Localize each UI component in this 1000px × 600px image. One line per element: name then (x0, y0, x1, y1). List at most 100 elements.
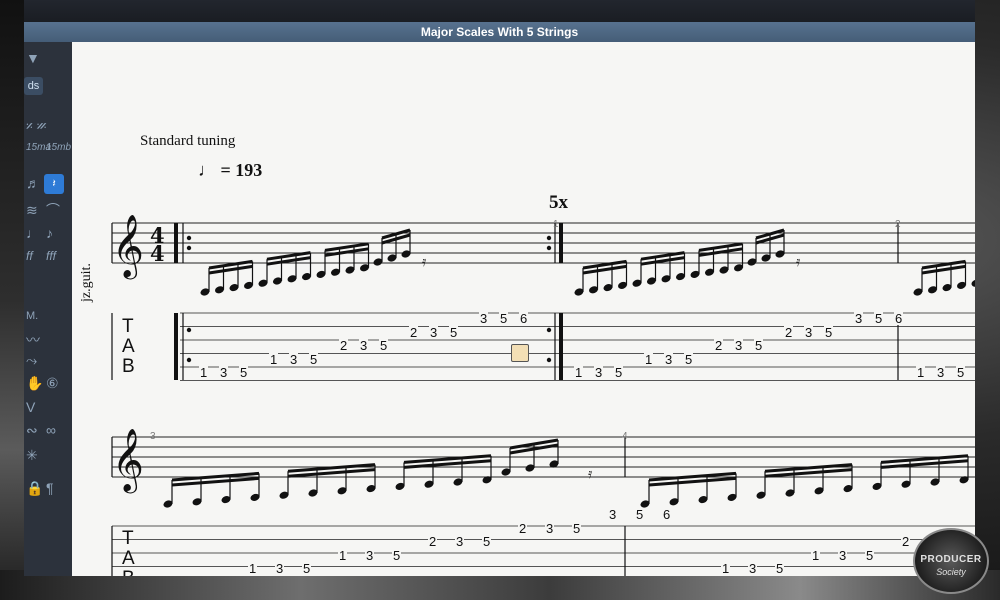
repeat-dot (186, 357, 192, 363)
tab-fret-number: 3 (838, 547, 848, 563)
tab-fret-number: 3 (734, 338, 744, 353)
tab-fret-number: 6 (662, 507, 672, 522)
tempo-value: = 193 (220, 160, 263, 180)
ottava-15mb-button[interactable]: 15mb (46, 140, 71, 156)
tab-fret-number: 3 (608, 507, 618, 522)
tab-fret-number: 2 (518, 520, 528, 536)
tab-fret-number: 3 (289, 351, 299, 367)
palm-mute-label[interactable]: M. (26, 308, 38, 324)
tab-letter-a: A (122, 548, 135, 569)
tab-fret-number: 5 (775, 561, 785, 576)
tab-fret-number: 5 (754, 338, 764, 353)
repeat-dot (546, 245, 552, 251)
sixteenth-rest: 𝄿 (796, 253, 801, 269)
tab-letter-t: T (122, 528, 134, 549)
window-title: Major Scales With 5 Strings (24, 22, 975, 42)
tab-fret-number: 1 (574, 365, 584, 380)
edit-cursor[interactable] (511, 344, 529, 362)
tab-fret-number: 5 (614, 365, 624, 380)
sixteenth-rest: 𝄿 (588, 465, 593, 481)
tab-fret-number: 3 (275, 561, 285, 576)
pilcrow-icon[interactable]: ¶ (46, 480, 54, 496)
tab-fret-number: 1 (269, 351, 279, 367)
tab-fret-number: 3 (479, 311, 489, 326)
repeat-count: 5x (549, 192, 568, 213)
tab-fret-number: 1 (721, 561, 731, 576)
dynamics-fff-icon[interactable]: fff (46, 248, 56, 264)
tab-fret-number: 5 (379, 338, 389, 353)
lock-icon[interactable]: 🔒 (26, 480, 43, 496)
repeat-dot (546, 357, 552, 363)
bar-number-2: 2 (895, 219, 901, 230)
dynamics-ff-icon[interactable]: ff (26, 248, 33, 264)
tab-fret-number: 1 (644, 351, 654, 367)
repeat-dot (546, 327, 552, 333)
sparkle-icon[interactable]: ✳ (26, 447, 38, 463)
slide-icon[interactable]: ∾ (26, 422, 38, 438)
tab-fret-number: 5 (482, 534, 492, 549)
v-icon[interactable]: V (26, 399, 35, 415)
tab-letter-b: B (122, 569, 135, 576)
tab-fret-number: 3 (429, 324, 439, 340)
vibrato-icon[interactable]: 〰 (26, 332, 40, 348)
logo-text-line2: Society (936, 567, 966, 577)
tuning-label: Standard tuning (140, 133, 236, 149)
down-triangle-icon[interactable]: ▼ (26, 50, 40, 66)
tab-fret-number: 1 (811, 547, 821, 563)
tab-fret-number: 3 (936, 365, 946, 380)
tie-icon[interactable]: ≋ (26, 202, 38, 218)
tab-fret-number: 2 (784, 324, 794, 340)
time-signature-bottom: 4 (150, 241, 165, 266)
producer-society-logo: PRODUCER Society (913, 528, 989, 594)
slash-repeat-icon[interactable]: 𝄎 𝄏 (26, 118, 47, 134)
tab-fret-number: 3 (359, 338, 369, 353)
grace-note-icon[interactable]: ♬ (26, 175, 40, 191)
tab-fret-number: 5 (302, 561, 312, 576)
tool-palette: ▼ ds 𝄎 𝄏 15ma 15mb ♬ 𝄽 ≋ ⌒ ♩ ♪ ff fff M.… (24, 42, 72, 576)
tab-fret-number: 1 (916, 365, 926, 380)
fermata-icon[interactable]: ⌒ (46, 202, 60, 218)
eighth-note-icon[interactable]: ♪ (46, 225, 53, 241)
loop-icon[interactable]: ∞ (46, 422, 56, 438)
tab-fret-number: 2 (901, 534, 911, 549)
tab-fret-number: 3 (365, 547, 375, 563)
rest-tool-icon[interactable]: 𝄽 (44, 174, 64, 194)
bar-number-1: 1 (553, 219, 559, 230)
bend-icon[interactable]: ⤳ (26, 352, 37, 368)
tab-fret-number: 5 (874, 311, 884, 326)
tab-fret-number: 6 (519, 311, 529, 326)
repeat-dot (186, 245, 192, 251)
bar-number-3: 3 (150, 431, 156, 442)
tab-fret-number: 5 (572, 520, 582, 536)
tempo-marking: ♩ = 193 (198, 160, 262, 181)
tab-letter-t: T (122, 316, 134, 337)
tab-fret-number: 3 (854, 311, 864, 326)
app-window: Major Scales With 5 Strings ▼ ds 𝄎 𝄏 15m… (24, 0, 975, 576)
tab-fret-number: 5 (392, 547, 402, 563)
tab-fret-number: 1 (338, 547, 348, 563)
tab-fret-number: 3 (545, 520, 555, 536)
tab-fret-number: 3 (455, 534, 465, 549)
tab-fret-number: 1 (248, 561, 258, 576)
tab-fret-number: 5 (865, 547, 875, 563)
repeat-dot (186, 327, 192, 333)
score-canvas: 𝄞 44 𝄿 𝄿𝄞 𝄿 (111, 214, 975, 576)
tab-fret-number: 2 (428, 534, 438, 549)
logo-text-line1: PRODUCER (920, 554, 982, 565)
tab-fret-number: 3 (219, 365, 229, 380)
tab-fret-number: 3 (594, 365, 604, 380)
hand-icon[interactable]: ✋ (26, 375, 43, 391)
score-page[interactable]: 𝄞 4 4 𝄿 𝄿 𝄞 𝄿 Standard tuning ♩ = 193 5x jz.gu… (72, 42, 975, 576)
tab-fret-number: 5 (309, 351, 319, 367)
tab-fret-number: 3 (804, 324, 814, 340)
quarter-note-icon[interactable]: ♩ (26, 225, 40, 241)
tab-fret-number: 5 (956, 365, 966, 380)
repeat-dot (186, 235, 192, 241)
ds-button[interactable]: ds (24, 77, 43, 95)
tab-fret-number: 5 (449, 324, 459, 340)
string-number-icon[interactable]: ⑥ (46, 375, 59, 391)
background-smoke-left (0, 0, 24, 600)
tab-fret-number: 3 (664, 351, 674, 367)
bar-number-4: 4 (622, 431, 628, 442)
instrument-name: jz.guit. (79, 263, 94, 302)
